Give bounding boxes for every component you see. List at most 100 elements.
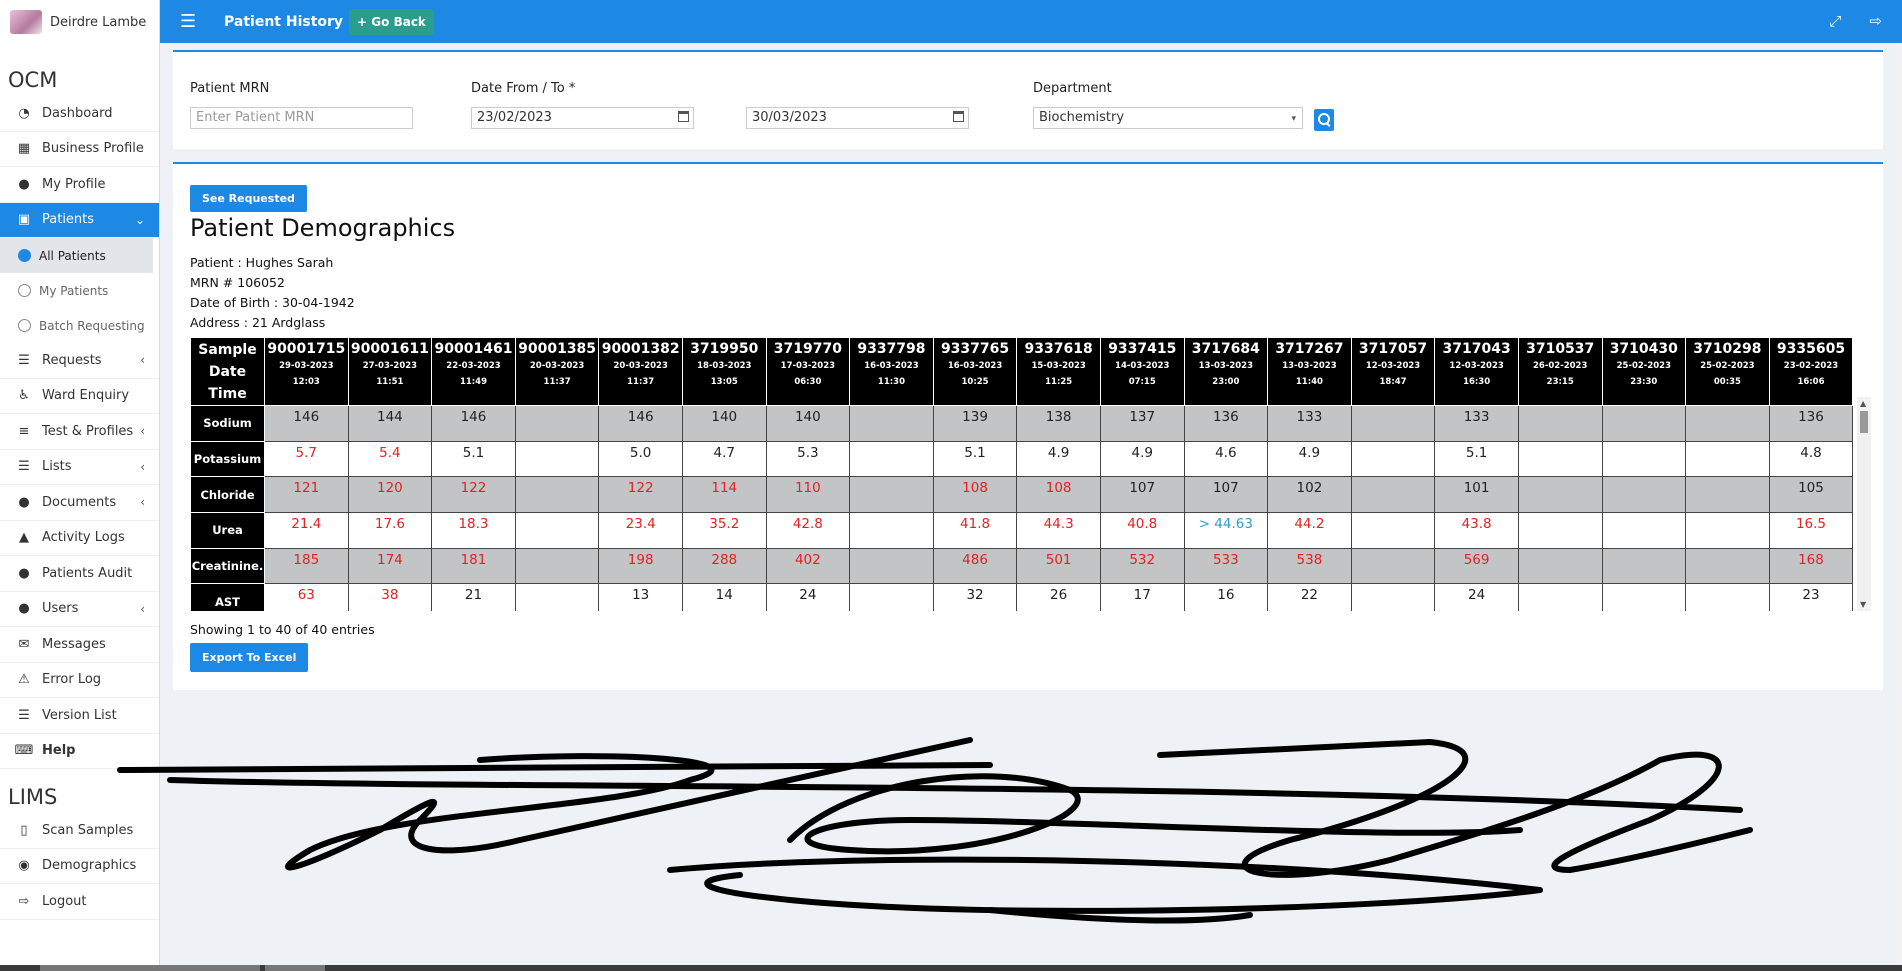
result-cell[interactable] [1601,405,1687,442]
result-cell[interactable] [1685,547,1770,585]
result-cell[interactable]: 24 [765,583,851,611]
result-cell[interactable]: 16.5 [1768,512,1854,549]
sample-header[interactable]: 9337618 15-03-2023 11:25 [1016,337,1101,406]
result-cell[interactable]: 24 [1434,583,1519,611]
result-cell[interactable] [849,547,934,585]
sample-header[interactable]: 3710537 26-02-2023 23:15 [1517,337,1603,406]
sidebar-item-dashboard[interactable]: ◔ Dashboard [0,96,159,132]
result-cell[interactable]: 4.9 [1099,440,1185,478]
result-cell[interactable]: 168 [1768,547,1854,585]
sidebar-subitem-batch-requesting[interactable]: Batch Requesting [0,308,159,343]
result-cell[interactable]: 136 [1183,405,1269,442]
result-cell[interactable]: 44.2 [1267,512,1352,549]
result-cell[interactable] [1350,476,1436,514]
result-cell[interactable]: 122 [431,476,516,514]
result-cell[interactable] [849,405,934,442]
result-cell[interactable] [1517,476,1603,514]
result-cell[interactable] [1685,583,1770,611]
sidebar-item-test-profiles[interactable]: ≡ Test & Profiles ‹ [0,414,159,450]
result-cell[interactable]: 41.8 [932,512,1018,549]
sample-header[interactable]: 3719770 17-03-2023 06:30 [765,337,851,406]
sidebar-item-requests[interactable]: ☰ Requests ‹ [0,343,159,379]
result-cell[interactable]: 121 [264,476,349,514]
result-cell[interactable]: 486 [932,547,1018,585]
result-cell[interactable]: 38 [347,583,433,611]
result-cell[interactable]: 5.4 [347,440,433,478]
result-cell[interactable]: 22 [1267,583,1352,611]
sample-header[interactable]: 90001611 27-03-2023 11:51 [347,337,433,406]
grid-scrollbar[interactable]: ▲ ▼ [1857,397,1871,611]
sidebar-item-business-profile[interactable]: ▦ Business Profile [0,132,159,167]
sample-header[interactable]: 90001461 22-03-2023 11:49 [431,337,516,406]
result-cell[interactable]: 5.1 [1434,440,1519,478]
sample-header[interactable]: 9337798 16-03-2023 11:30 [849,337,934,406]
page-scrollbar[interactable] [1894,43,1902,971]
scroll-up-icon[interactable]: ▲ [1860,399,1866,408]
result-cell[interactable]: 107 [1183,476,1269,514]
result-cell[interactable]: 4.7 [681,440,767,478]
result-cell[interactable]: 40.8 [1099,512,1185,549]
department-select[interactable]: Biochemistry ▾ [1033,107,1303,129]
sample-header[interactable]: 9337415 14-03-2023 07:15 [1099,337,1185,406]
result-cell[interactable]: 108 [932,476,1018,514]
sidebar-item-patients-audit[interactable]: ● Patients Audit [0,556,159,592]
result-cell[interactable]: 137 [1099,405,1185,442]
sidebar-item-my-profile[interactable]: ● My Profile [0,167,159,203]
result-cell[interactable] [514,440,600,478]
result-cell[interactable]: 120 [347,476,433,514]
go-back-button[interactable]: + Go Back [349,8,434,35]
result-cell[interactable]: 144 [347,405,433,442]
result-cell[interactable]: 14 [681,583,767,611]
result-cell[interactable]: 21.4 [264,512,349,549]
result-cell[interactable]: 146 [431,405,516,442]
result-cell[interactable]: 35.2 [681,512,767,549]
result-cell[interactable] [1350,583,1436,611]
result-cell[interactable] [1350,547,1436,585]
result-cell[interactable]: 133 [1434,405,1519,442]
sample-header[interactable]: 3717267 13-03-2023 11:40 [1267,337,1352,406]
result-cell[interactable] [1350,405,1436,442]
result-cell[interactable] [1685,440,1770,478]
sample-header[interactable]: 3710430 25-02-2023 23:30 [1601,337,1687,406]
result-cell[interactable] [1517,512,1603,549]
sidebar-item-patients[interactable]: ▣ Patients ⌄ [0,202,159,238]
result-cell[interactable]: 4.9 [1267,440,1352,478]
export-excel-button[interactable]: Export To Excel [190,643,309,672]
result-cell[interactable]: 5.1 [431,440,516,478]
sidebar-item-documents[interactable]: ● Documents ‹ [0,485,159,521]
result-cell[interactable]: 5.7 [264,440,349,478]
result-cell[interactable]: 107 [1099,476,1185,514]
menu-toggle-icon[interactable]: ☰ [180,11,202,32]
result-cell[interactable] [1601,583,1687,611]
result-cell[interactable]: 23 [1768,583,1854,611]
result-cell[interactable] [514,512,600,549]
result-cell[interactable] [849,583,934,611]
sample-header[interactable]: 3717684 13-03-2023 23:00 [1183,337,1269,406]
result-cell[interactable]: 138 [1016,405,1101,442]
result-cell[interactable]: 42.8 [765,512,851,549]
result-cell[interactable] [1601,512,1687,549]
result-cell[interactable] [1601,440,1687,478]
result-cell[interactable] [1685,405,1770,442]
result-cell[interactable]: 5.0 [598,440,683,478]
result-cell[interactable]: 4.8 [1768,440,1854,478]
result-cell[interactable] [1517,583,1603,611]
see-requested-button[interactable]: See Requested [190,185,307,212]
result-cell[interactable] [1350,512,1436,549]
result-cell[interactable] [849,440,934,478]
result-cell[interactable]: 17.6 [347,512,433,549]
result-cell[interactable]: 63 [264,583,349,611]
result-cell[interactable]: 43.8 [1434,512,1519,549]
sample-header[interactable]: 3719950 18-03-2023 13:05 [681,337,767,406]
calendar-icon[interactable] [678,111,689,122]
sidebar-subitem-all-patients[interactable]: All Patients [0,238,153,273]
result-cell[interactable]: 140 [681,405,767,442]
result-cell[interactable]: 532 [1099,547,1185,585]
result-cell[interactable] [514,405,600,442]
result-cell[interactable]: 538 [1267,547,1352,585]
result-cell[interactable]: 102 [1267,476,1352,514]
sample-header[interactable]: 3717043 12-03-2023 16:30 [1434,337,1519,406]
result-cell[interactable]: 4.9 [1016,440,1101,478]
result-cell[interactable] [1517,440,1603,478]
result-cell[interactable]: 105 [1768,476,1854,514]
